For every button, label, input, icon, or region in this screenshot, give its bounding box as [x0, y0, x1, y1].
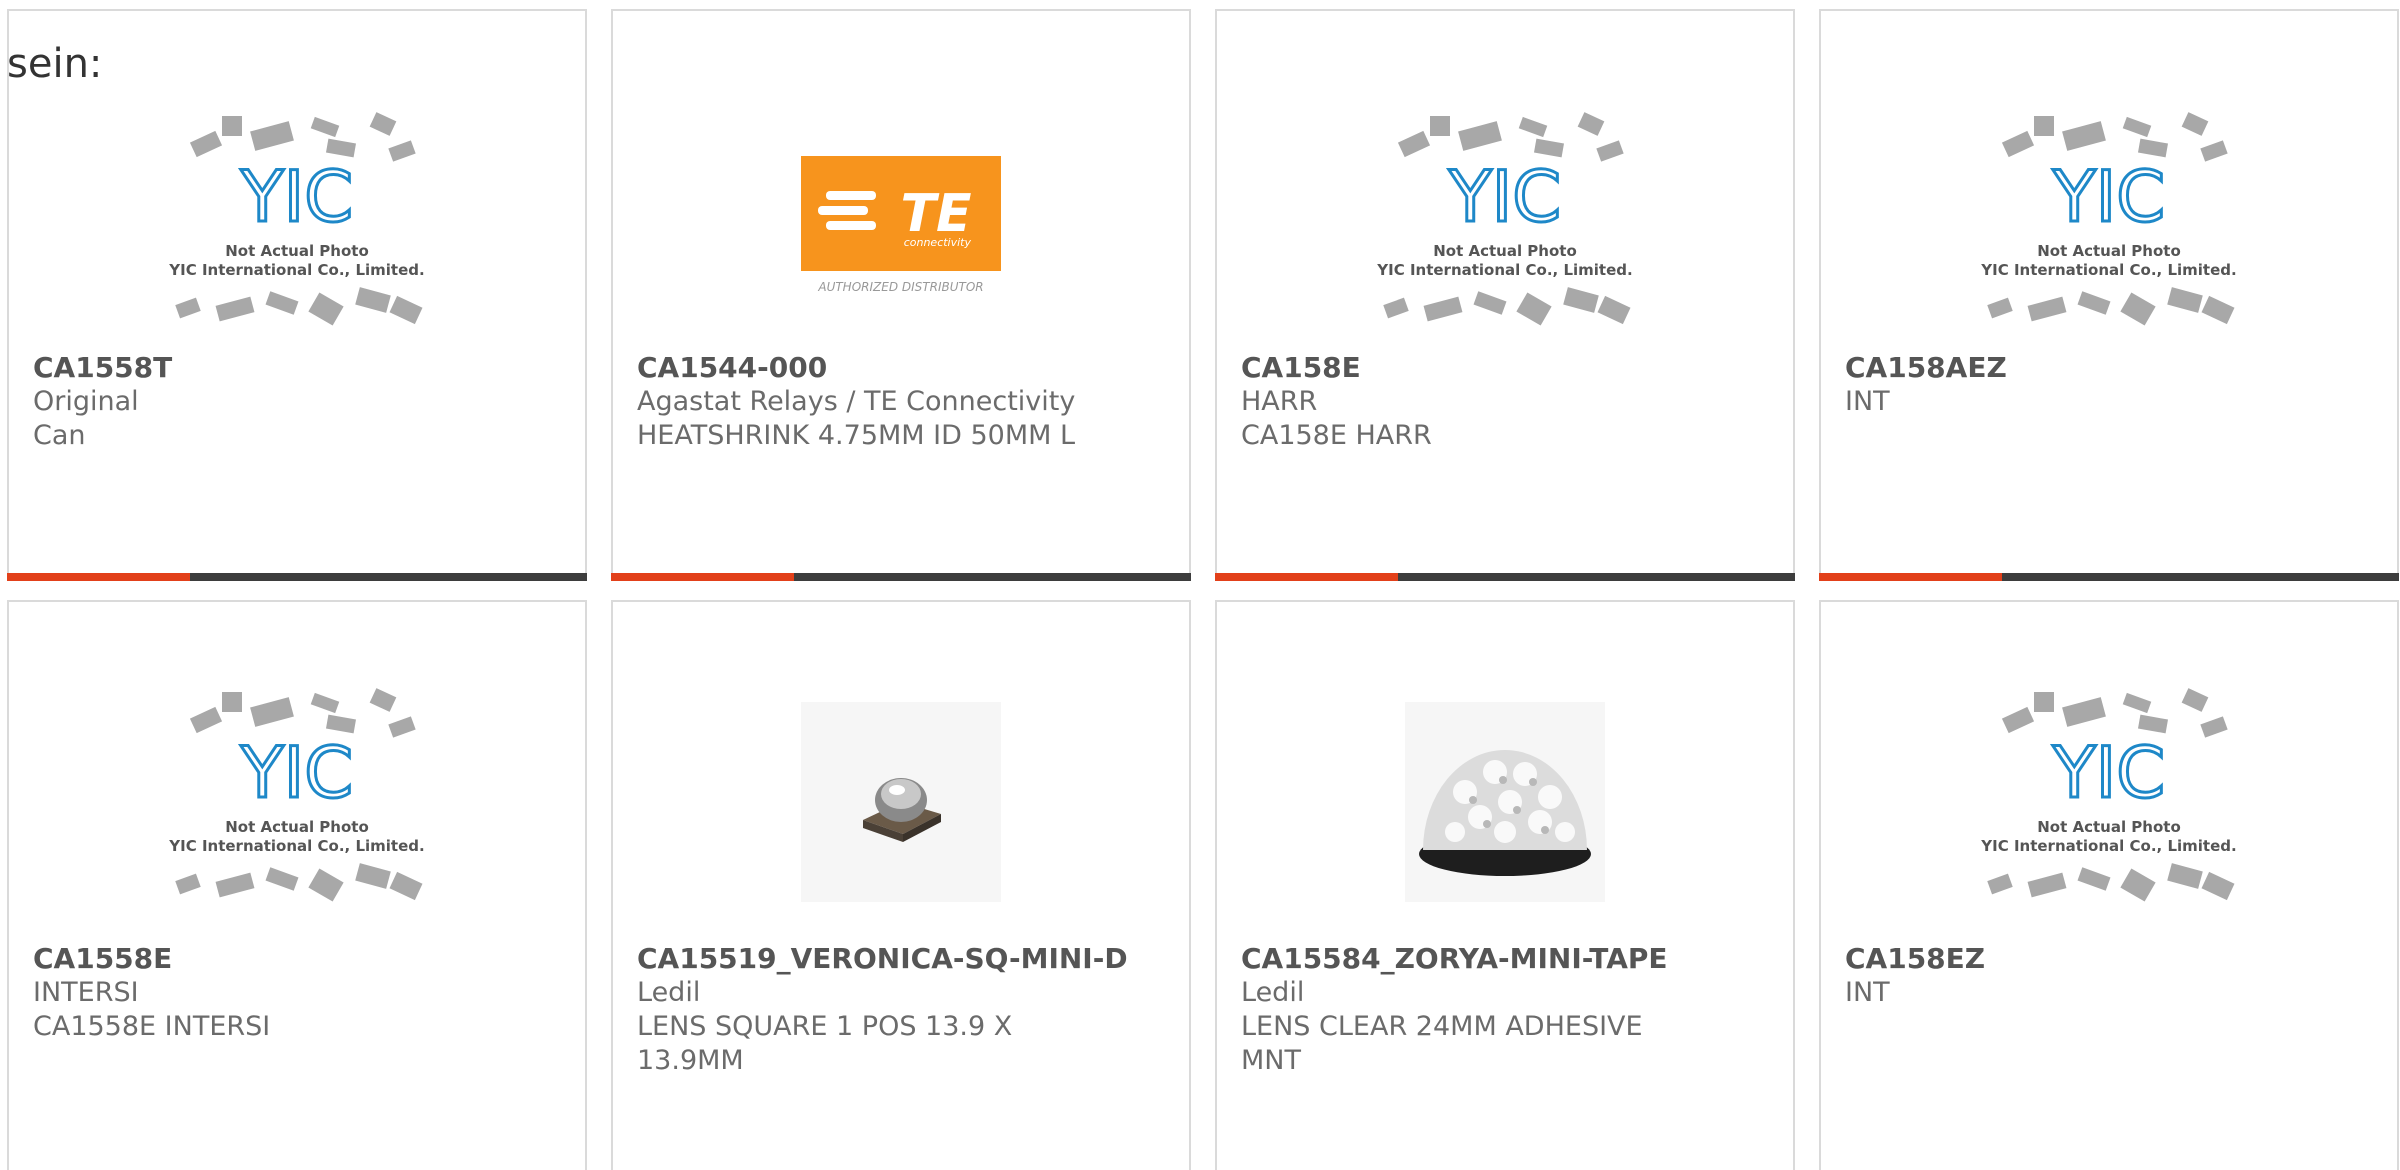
- svg-text:YIC: YIC: [2052, 156, 2165, 238]
- product-manufacturer: Ledil: [637, 977, 701, 1008]
- product-card[interactable]: CA15519_VERONICA-SQ-MINI-D Ledil LENS SQ…: [611, 600, 1191, 1170]
- part-number[interactable]: CA15519_VERONICA-SQ-MINI-D: [637, 942, 1165, 976]
- svg-text:YIC: YIC: [2052, 732, 2165, 814]
- svg-text:YIC International Co., Limited: YIC International Co., Limited.: [1980, 261, 2236, 279]
- svg-text:TE: TE: [901, 184, 972, 244]
- section-heading: sein:: [7, 41, 103, 87]
- yic-placeholder-icon: YIC Not Actual Photo YIC International C…: [1980, 112, 2237, 326]
- product-description: Can: [33, 420, 86, 451]
- lens-dome-icon: [1405, 702, 1605, 902]
- product-card[interactable]: YIC Not Actual Photo YIC International C…: [1819, 9, 2399, 581]
- svg-text:Not Actual Photo: Not Actual Photo: [225, 818, 369, 836]
- product-description-cont: 13.9MM: [637, 1045, 744, 1076]
- product-card[interactable]: YIC Not Actual Photo YIC International C…: [1215, 9, 1795, 581]
- yic-placeholder-image: YIC Not Actual Photo YIC International C…: [1821, 96, 2397, 356]
- product-description: LENS CLEAR 24MM ADHESIVE: [1241, 1011, 1643, 1042]
- svg-text:YIC International Co., Limited: YIC International Co., Limited.: [168, 261, 424, 279]
- product-card[interactable]: YIC Not Actual Photo YIC International C…: [7, 600, 587, 1170]
- yic-placeholder-image: YIC Not Actual Photo YIC International C…: [1821, 672, 2397, 932]
- product-description: CA1558E INTERSI: [33, 1011, 271, 1042]
- yic-placeholder-image: YIC Not Actual Photo YIC International C…: [9, 672, 585, 932]
- svg-text:Not Actual Photo: Not Actual Photo: [1433, 242, 1577, 260]
- part-number[interactable]: CA1558E: [33, 942, 561, 976]
- card-accent-bar: [1215, 573, 1795, 581]
- product-description: CA158E HARR: [1241, 420, 1432, 451]
- card-accent-bar: [1819, 573, 2399, 581]
- yic-placeholder-icon: YIC Not Actual Photo YIC International C…: [1980, 688, 2237, 902]
- lens-square-icon: [801, 702, 1001, 902]
- svg-text:YIC International Co., Limited: YIC International Co., Limited.: [1980, 837, 2236, 855]
- lens-square-image: [613, 672, 1189, 932]
- yic-placeholder-icon: YIC Not Actual Photo YIC International C…: [1376, 112, 1633, 326]
- svg-text:YIC International Co., Limited: YIC International Co., Limited.: [168, 837, 424, 855]
- product-card[interactable]: YIC Not Actual Photo YIC International C…: [1819, 600, 2399, 1170]
- part-number[interactable]: CA158AEZ: [1845, 351, 2373, 385]
- yic-placeholder-image: YIC Not Actual Photo YIC International C…: [1217, 96, 1793, 356]
- product-card[interactable]: TE connectivity AUTHORIZED DISTRIBUTOR C…: [611, 9, 1191, 581]
- svg-text:Not Actual Photo: Not Actual Photo: [2037, 242, 2181, 260]
- product-manufacturer: Agastat Relays / TE Connectivity: [637, 386, 1076, 417]
- card-accent-bar: [611, 573, 1191, 581]
- part-number[interactable]: CA1544-000: [637, 351, 1165, 385]
- product-card[interactable]: CA15584_ZORYA-MINI-TAPE Ledil LENS CLEAR…: [1215, 600, 1795, 1170]
- part-number[interactable]: CA15584_ZORYA-MINI-TAPE: [1241, 942, 1769, 976]
- product-manufacturer: INT: [1845, 977, 1890, 1008]
- svg-text:YIC: YIC: [1448, 156, 1561, 238]
- te-logo-icon: TE connectivity AUTHORIZED DISTRIBUTOR: [801, 156, 1001, 294]
- card-accent-bar: [7, 573, 587, 581]
- svg-text:YIC: YIC: [240, 156, 353, 238]
- product-description: LENS SQUARE 1 POS 13.9 X: [637, 1011, 1013, 1042]
- te-connectivity-logo: TE connectivity AUTHORIZED DISTRIBUTOR: [613, 96, 1189, 356]
- product-manufacturer: INT: [1845, 386, 1890, 417]
- lens-dome-image: [1217, 672, 1793, 932]
- svg-text:AUTHORIZED DISTRIBUTOR: AUTHORIZED DISTRIBUTOR: [817, 280, 983, 294]
- svg-text:YIC International Co., Limited: YIC International Co., Limited.: [1376, 261, 1632, 279]
- part-number[interactable]: CA158E: [1241, 351, 1769, 385]
- yic-placeholder-icon: YIC Not Actual Photo YIC International C…: [168, 112, 425, 326]
- yic-placeholder-image: YIC Not Actual Photo YIC International C…: [9, 96, 585, 356]
- product-description: HEATSHRINK 4.75MM ID 50MM L: [637, 420, 1076, 451]
- svg-text:YIC: YIC: [240, 732, 353, 814]
- svg-text:connectivity: connectivity: [904, 236, 972, 249]
- product-manufacturer: Original: [33, 386, 139, 417]
- product-manufacturer: INTERSI: [33, 977, 139, 1008]
- part-number[interactable]: CA158EZ: [1845, 942, 2373, 976]
- svg-text:Not Actual Photo: Not Actual Photo: [2037, 818, 2181, 836]
- product-description-cont: MNT: [1241, 1045, 1301, 1076]
- yic-placeholder-icon: YIC Not Actual Photo YIC International C…: [168, 688, 425, 902]
- svg-text:Not Actual Photo: Not Actual Photo: [225, 242, 369, 260]
- part-number[interactable]: CA1558T: [33, 351, 561, 385]
- product-manufacturer: Ledil: [1241, 977, 1305, 1008]
- product-card[interactable]: YIC Not Actual Photo YIC International C…: [7, 9, 587, 581]
- product-manufacturer: HARR: [1241, 386, 1318, 417]
